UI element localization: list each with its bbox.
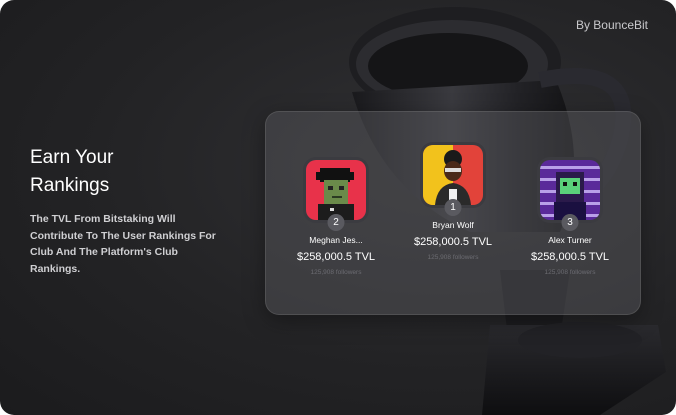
avatar: 2: [303, 157, 369, 231]
person-photo-avatar-icon: [423, 145, 483, 205]
user-followers: 125,908 followers: [427, 254, 479, 261]
user-name: Bryan Wolf: [432, 220, 474, 230]
rankings-card: By BounceBit Earn Your Rankings The TVL …: [0, 0, 676, 415]
rank-badge: 3: [561, 214, 579, 231]
rank-badge: 2: [327, 214, 345, 231]
brand-label: By BounceBit: [575, 18, 648, 32]
leaderboard-user-rank-3[interactable]: 3 Alex Turner $258,000.5 TVL 125,908 fol…: [510, 157, 630, 276]
user-followers: 125,908 followers: [310, 269, 362, 276]
leaderboard-user-rank-1[interactable]: 1 Bryan Wolf $258,000.5 TVL 125,908 foll…: [393, 142, 513, 261]
user-tvl: $258,000.5 TVL: [296, 251, 376, 263]
avatar: 1: [420, 142, 486, 216]
pixel-punk-avatar-icon: [306, 160, 366, 220]
user-tvl: $258,000.5 TVL: [413, 236, 493, 248]
leaderboard-panel: 2 Meghan Jes... $258,000.5 TVL 125,908 f…: [265, 111, 641, 315]
description-text: The TVL From Bitstaking Will Contribute …: [30, 213, 216, 275]
user-name: Meghan Jes...: [309, 235, 363, 245]
pixel-art-avatar-icon: [540, 160, 600, 220]
user-name: Alex Turner: [548, 235, 592, 245]
page-title: Earn Your Rankings: [30, 147, 114, 196]
user-tvl: $258,000.5 TVL: [530, 251, 610, 263]
rank-badge: 1: [444, 199, 462, 216]
avatar: 3: [537, 157, 603, 231]
user-followers: 125,908 followers: [544, 269, 596, 276]
leaderboard-user-rank-2[interactable]: 2 Meghan Jes... $258,000.5 TVL 125,908 f…: [276, 157, 396, 276]
